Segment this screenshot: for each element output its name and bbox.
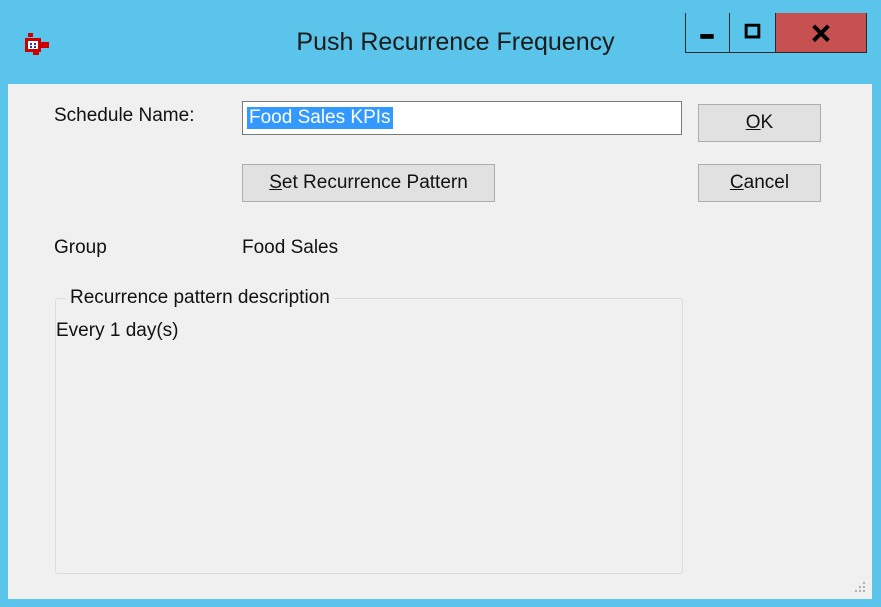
ok-mnemonic: O <box>745 112 761 133</box>
ok-label: K <box>760 112 774 133</box>
recurrence-description-text: Every 1 day(s) <box>56 320 179 341</box>
group-label: Group <box>54 237 107 258</box>
close-icon <box>812 24 830 43</box>
set-recurrence-pattern-button[interactable]: Set Recurrence Pattern <box>242 164 495 202</box>
maximize-button[interactable] <box>730 13 776 53</box>
minimize-icon <box>700 34 714 39</box>
dialog-body: Schedule Name: Food Sales KPIs OK Cancel… <box>8 84 872 599</box>
cancel-button[interactable]: Cancel <box>698 164 821 202</box>
recurrence-description-groupbox: Recurrence pattern description Every 1 d… <box>55 287 683 574</box>
cancel-mnemonic: C <box>729 172 744 193</box>
cancel-label: ancel <box>743 172 790 193</box>
set-pattern-mnemonic: S <box>269 172 282 193</box>
schedule-name-input[interactable]: Food Sales KPIs <box>242 101 682 135</box>
dialog-window: Push Recurrence Frequency Schedule Name:… <box>0 0 881 607</box>
close-button[interactable] <box>776 13 867 53</box>
title-bar[interactable]: Push Recurrence Frequency <box>0 0 881 84</box>
resize-grip-icon[interactable] <box>852 579 866 593</box>
schedule-name-value: Food Sales KPIs <box>247 107 393 129</box>
minimize-button[interactable] <box>685 13 730 53</box>
groupbox-caption: Recurrence pattern description <box>66 287 334 309</box>
ok-button[interactable]: OK <box>698 104 821 142</box>
schedule-name-label: Schedule Name: <box>54 105 195 126</box>
group-value: Food Sales <box>242 237 339 258</box>
maximize-icon <box>744 23 761 39</box>
set-pattern-label: et Recurrence Pattern <box>281 172 468 193</box>
